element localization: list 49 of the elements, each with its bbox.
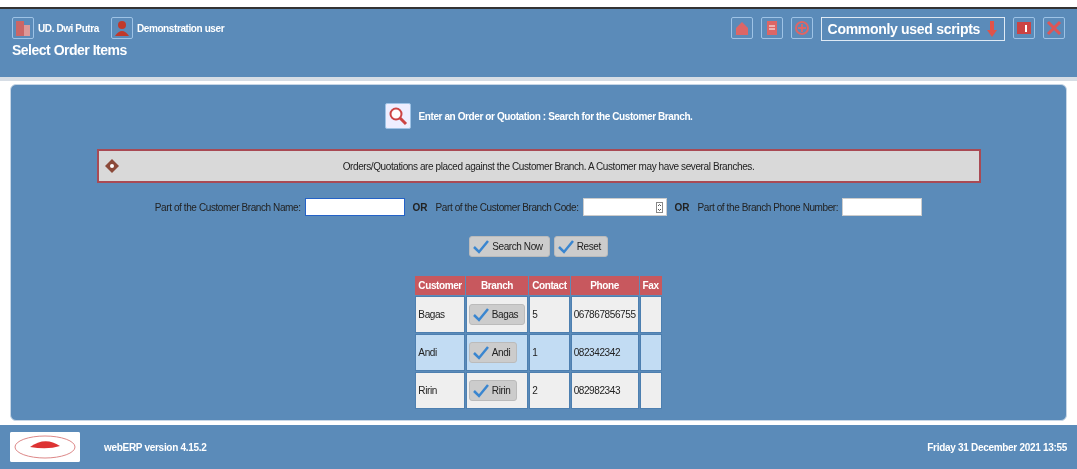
document-icon[interactable] — [760, 17, 783, 39]
checkmark-icon — [557, 239, 574, 254]
field-label: Part of the Customer Branch Code: — [435, 200, 579, 215]
checkmark-icon — [472, 307, 489, 322]
branch-button[interactable]: Ririn — [468, 380, 518, 401]
table-cell: Ririn — [415, 372, 465, 409]
column-header: Customer — [415, 276, 465, 295]
reset-button[interactable]: Reset — [553, 236, 608, 257]
table-cell: 1 — [529, 334, 570, 371]
date-time: Friday 31 December 2021 13:55 — [927, 440, 1067, 455]
table-cell: 5 — [529, 296, 570, 333]
table-cell: 082342342 — [570, 334, 639, 371]
user-icon[interactable] — [110, 17, 133, 39]
table-cell: 067867856755 — [570, 296, 639, 333]
spinner-icon[interactable] — [655, 201, 663, 213]
table-cell: Andi — [415, 334, 465, 371]
branch-button[interactable]: Andi — [468, 342, 518, 363]
column-header: Fax — [639, 276, 662, 295]
field-label: Part of the Branch Phone Number: — [697, 200, 839, 215]
checkmark-icon — [472, 383, 489, 398]
input-field[interactable] — [304, 198, 405, 216]
search-icon — [384, 103, 411, 129]
checkmark-icon — [473, 239, 490, 254]
user-name: Demonstration user — [136, 21, 225, 36]
close-icon[interactable] — [1043, 17, 1065, 39]
arrow-down-icon — [986, 20, 998, 38]
version-text: webERP version 4.15.2 — [104, 440, 207, 455]
branch-button[interactable]: Bagas — [468, 304, 526, 325]
checkmark-icon — [472, 345, 489, 360]
page-title: Select Order Items — [12, 41, 128, 60]
table-cell: 082982343 — [570, 372, 639, 409]
search-button[interactable]: Search Now — [469, 236, 550, 257]
company-logo — [10, 432, 80, 462]
home-icon[interactable] — [730, 17, 753, 39]
scripts-dropdown[interactable]: Commonly used scripts — [820, 17, 1005, 41]
or-label: OR — [412, 200, 428, 215]
company-name: UD. Dwi Putra — [38, 21, 99, 36]
building-icon[interactable] — [12, 17, 34, 39]
column-header: Contact — [529, 276, 570, 295]
info-text: Orders/Quotations are placed against the Customer Branch. A Customer may have several Branches. — [341, 159, 756, 174]
field-label: Part of the Customer Branch Name: — [154, 200, 301, 215]
table-cell: Bagas — [415, 296, 465, 333]
search-heading: Enter an Order or Quotation : Search for the Customer Branch. — [418, 109, 693, 124]
column-header: Phone — [570, 276, 639, 295]
column-header: Branch — [465, 276, 529, 295]
or-label: OR — [674, 200, 690, 215]
book-icon[interactable] — [1013, 17, 1035, 39]
help-icon — [104, 159, 119, 173]
table-cell: 2 — [529, 372, 570, 409]
